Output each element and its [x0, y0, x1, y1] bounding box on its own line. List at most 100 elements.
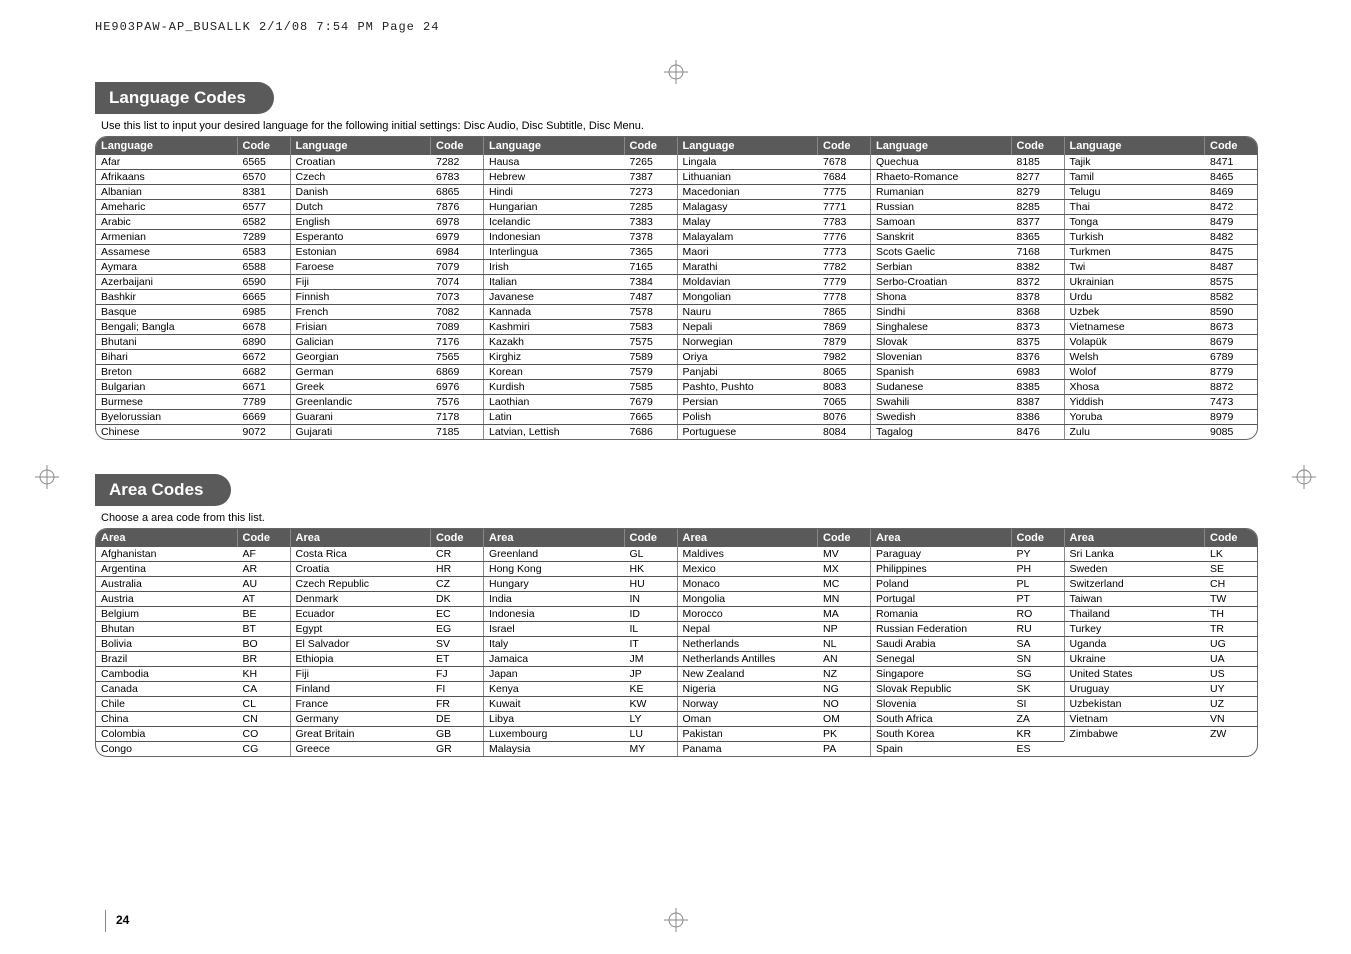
cell-code: 7365 [625, 245, 677, 259]
table-column: LanguageCodeAfar6565Afrikaans6570Albania… [96, 137, 290, 439]
cell-code: LK [1205, 547, 1257, 561]
area-codes-table: AreaCodeAfghanistanAFArgentinaARAustrali… [95, 528, 1258, 757]
table-row: PakistanPK [677, 727, 871, 742]
cell-code: 8590 [1205, 305, 1257, 319]
header-label: Language [290, 137, 432, 155]
cell-code: FJ [431, 667, 483, 681]
cell-name: Samoan [870, 215, 1012, 229]
cell-name: Philippines [870, 562, 1012, 576]
table-row: Turkmen8475 [1064, 245, 1258, 260]
cell-code: 8377 [1012, 215, 1064, 229]
table-row: UkraineUA [1064, 652, 1258, 667]
cell-name: Luxembourg [483, 727, 625, 741]
area-codes-title: Area Codes [95, 474, 231, 506]
table-row: JapanJP [483, 667, 677, 682]
table-row: Italian7384 [483, 275, 677, 290]
cell-code: 7378 [625, 230, 677, 244]
cell-code: SI [1012, 697, 1064, 711]
cell-code: PL [1012, 577, 1064, 591]
cell-code: 8471 [1205, 155, 1257, 169]
cell-code: 7679 [625, 395, 677, 409]
cell-name: Slovak [870, 335, 1012, 349]
cell-code: BR [238, 652, 290, 666]
table-row: French7082 [290, 305, 484, 320]
table-row: CroatiaHR [290, 562, 484, 577]
cell-name: Jamaica [483, 652, 625, 666]
cell-code: 7686 [625, 425, 677, 439]
area-codes-desc: Choose a area code from this list. [101, 512, 1256, 524]
cell-code: EC [431, 607, 483, 621]
cell-code: HR [431, 562, 483, 576]
cell-code: 7176 [431, 335, 483, 349]
cell-name: Pashto, Pushto [677, 380, 819, 394]
table-column: AreaCodeAfghanistanAFArgentinaARAustrali… [96, 529, 290, 756]
cell-name: Oman [677, 712, 819, 726]
cell-code: 7565 [431, 350, 483, 364]
table-row: NigeriaNG [677, 682, 871, 697]
table-row: IndonesiaID [483, 607, 677, 622]
table-row: El SalvadorSV [290, 637, 484, 652]
cell-name: Latin [483, 410, 625, 424]
table-row: TurkeyTR [1064, 622, 1258, 637]
table-row: Ameharic6577 [96, 200, 290, 215]
table-row: Croatian7282 [290, 155, 484, 170]
table-row: Arabic6582 [96, 215, 290, 230]
table-row: LibyaLY [483, 712, 677, 727]
cell-name: Danish [290, 185, 432, 199]
cell-name: Macedonian [677, 185, 819, 199]
table-row: Netherlands AntillesAN [677, 652, 871, 667]
cell-code: 6783 [431, 170, 483, 184]
cell-name: Persian [677, 395, 819, 409]
table-row: Quechua8185 [870, 155, 1064, 170]
table-row: Tajik8471 [1064, 155, 1258, 170]
cell-code: NP [818, 622, 870, 636]
cell-code: 6869 [431, 365, 483, 379]
table-row: Bihari6672 [96, 350, 290, 365]
cell-name: Turkish [1064, 230, 1206, 244]
cell-name: Kashmiri [483, 320, 625, 334]
table-row: Samoan8377 [870, 215, 1064, 230]
cell-name: Aymara [96, 260, 238, 274]
table-row: IndiaIN [483, 592, 677, 607]
cell-code: 6588 [238, 260, 290, 274]
cell-code: PT [1012, 592, 1064, 606]
header-label: Language [96, 137, 238, 155]
cell-name: Canada [96, 682, 238, 696]
table-row: GreeceGR [290, 742, 484, 756]
table-row: Tagalog8476 [870, 425, 1064, 439]
cell-name: Uzbekistan [1064, 697, 1206, 711]
table-row: CongoCG [96, 742, 290, 756]
table-row: NorwayNO [677, 697, 871, 712]
cell-code: 7684 [818, 170, 870, 184]
table-row: Greenlandic7576 [290, 395, 484, 410]
cell-code: HK [625, 562, 677, 576]
cell-code: 7178 [431, 410, 483, 424]
table-row: Armenian7289 [96, 230, 290, 245]
cell-name: Tagalog [870, 425, 1012, 439]
cell-name: Hungarian [483, 200, 625, 214]
cell-name: Kazakh [483, 335, 625, 349]
table-row: Rhaeto-Romance8277 [870, 170, 1064, 185]
cell-code: 7576 [431, 395, 483, 409]
cell-name: Maldives [677, 547, 819, 561]
cell-code: GB [431, 727, 483, 741]
cell-name: Greece [290, 742, 432, 756]
cell-code: 7285 [625, 200, 677, 214]
cell-code: 6985 [238, 305, 290, 319]
table-row: Kashmiri7583 [483, 320, 677, 335]
cell-name: Sweden [1064, 562, 1206, 576]
cell-name: Lingala [677, 155, 819, 169]
table-row: ParaguayPY [870, 547, 1064, 562]
table-row: Hindi7273 [483, 185, 677, 200]
cell-code: KH [238, 667, 290, 681]
table-row: KuwaitKW [483, 697, 677, 712]
cell-code: 7089 [431, 320, 483, 334]
cell-name: Turkey [1064, 622, 1206, 636]
cell-name: Senegal [870, 652, 1012, 666]
header-label: Area [483, 529, 625, 547]
cell-code: 8386 [1012, 410, 1064, 424]
table-row: Afar6565 [96, 155, 290, 170]
table-row: FijiFJ [290, 667, 484, 682]
table-row: Scots Gaelic7168 [870, 245, 1064, 260]
cell-code: CR [431, 547, 483, 561]
